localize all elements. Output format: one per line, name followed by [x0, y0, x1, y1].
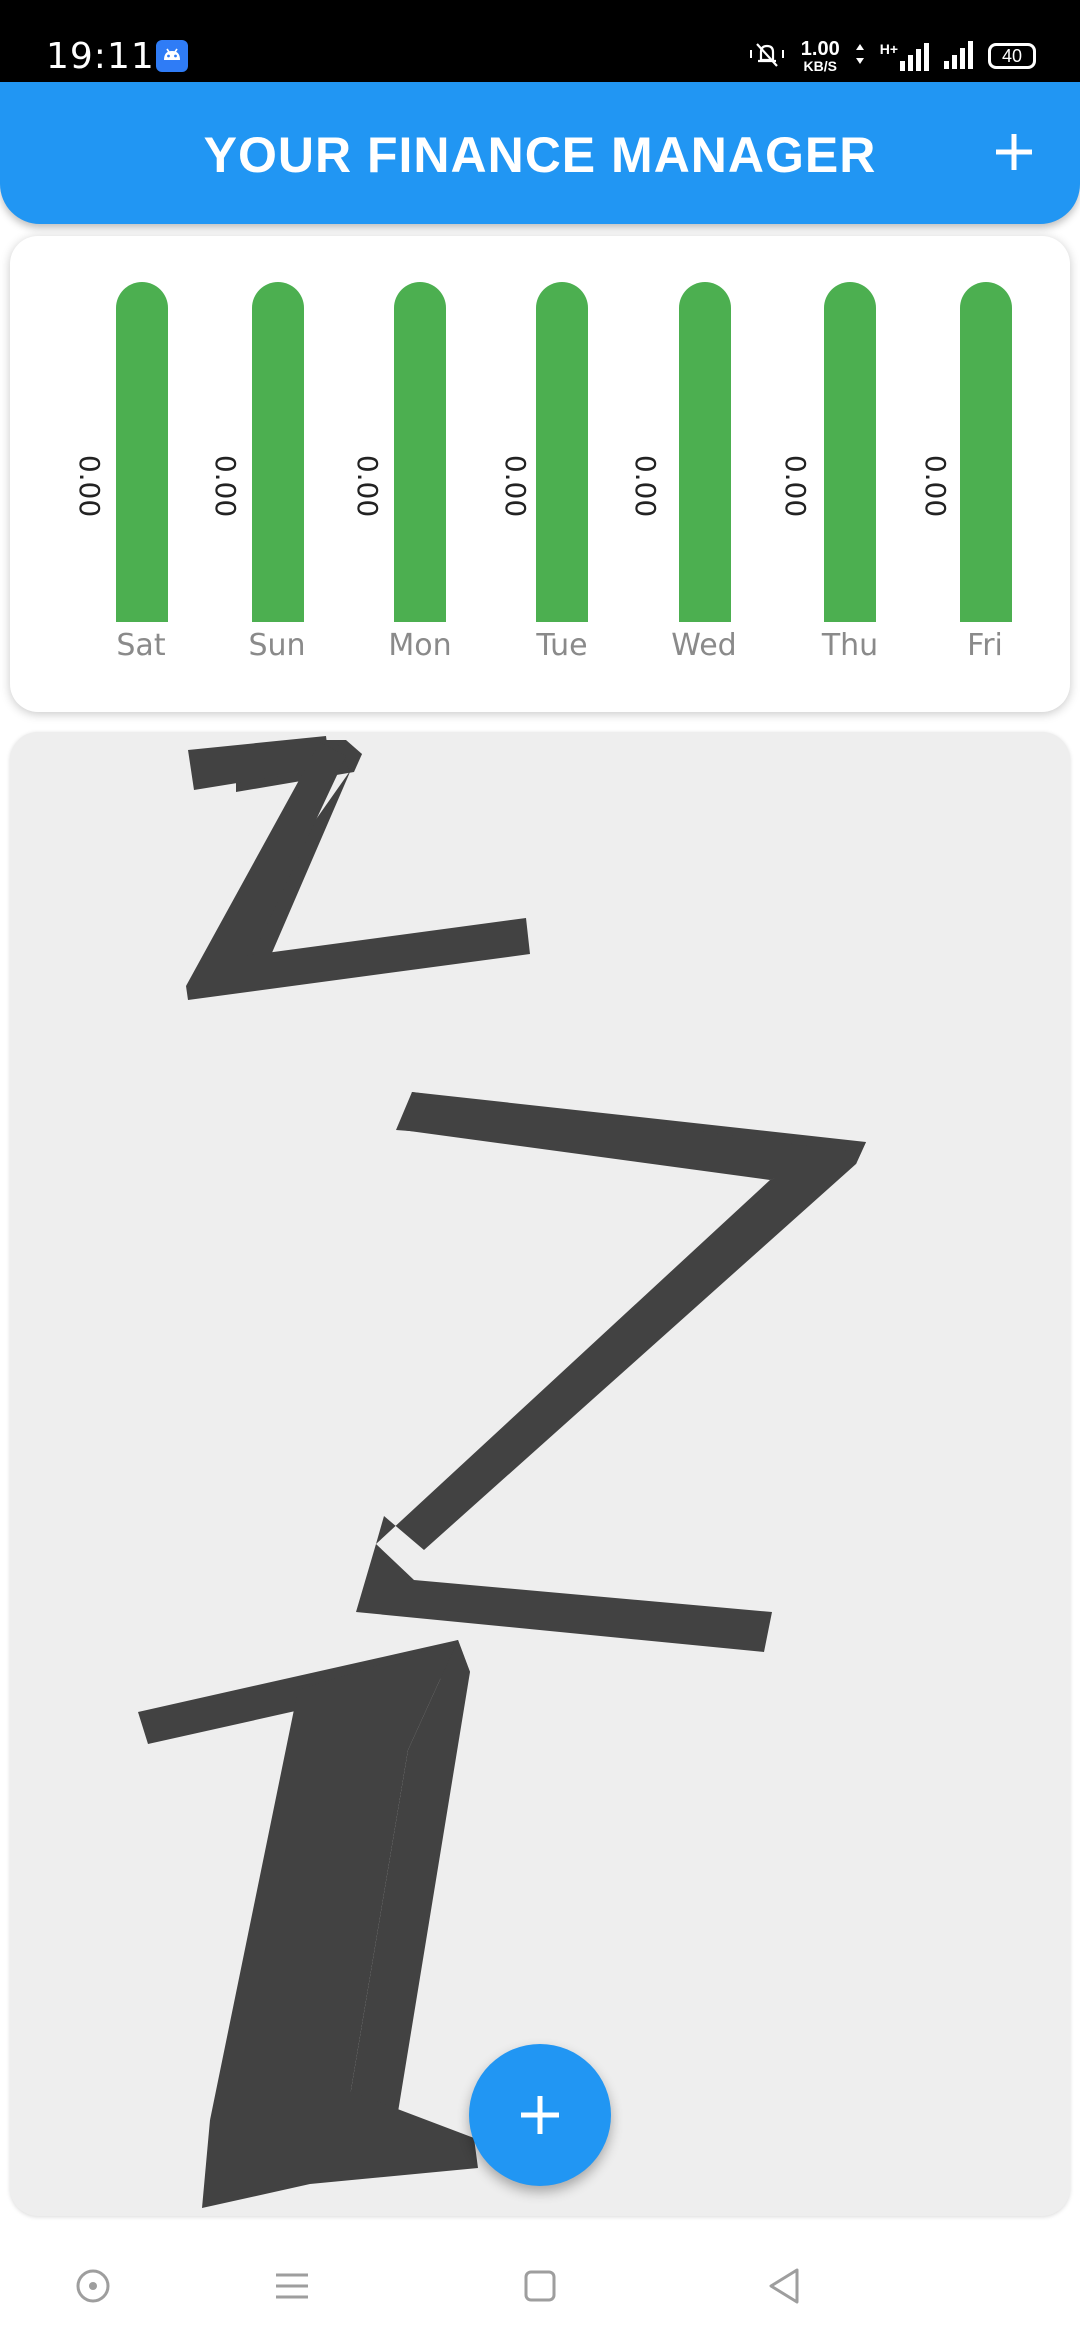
bar-track [679, 282, 731, 622]
square-icon [524, 2270, 556, 2302]
status-time: 19:11 [46, 36, 155, 77]
signal-h-plus-icon: H+ [880, 41, 930, 71]
bar-track [536, 282, 588, 622]
bar-day-label: Wed [671, 628, 737, 663]
bar-track [960, 282, 1012, 622]
mute-vibrate-icon [747, 38, 787, 74]
bar-sun [252, 282, 304, 622]
bar-day-label: Tue [536, 628, 588, 663]
system-navigation-bar [0, 2226, 1080, 2340]
battery-icon: 40 [988, 43, 1036, 69]
plus-icon [521, 2096, 559, 2134]
home-button[interactable] [510, 2256, 570, 2316]
data-arrows-icon [854, 40, 866, 72]
back-triangle-icon [769, 2268, 799, 2304]
bar-tue [536, 282, 588, 622]
bar-thu [824, 282, 876, 622]
bar-value-label: 0.00 [779, 454, 813, 518]
status-indicators: 1.00 KB/S H+ 40 [747, 36, 1036, 76]
network-speed-unit: KB/S [803, 58, 837, 74]
app-bar: YOUR FINANCE MANAGER [0, 82, 1080, 224]
bar-track [116, 282, 168, 622]
status-bar: 19:11 1.00 KB/S H+ 40 [0, 0, 1080, 82]
circle-dot-icon [76, 2269, 110, 2303]
bar-day-label: Sun [248, 628, 306, 663]
app-title: YOUR FINANCE MANAGER [203, 127, 877, 183]
network-type: H+ [879, 41, 898, 57]
sleep-zzz-icon [138, 736, 866, 2208]
add-transaction-button[interactable] [984, 122, 1044, 182]
bar-value-label: 0.00 [351, 454, 385, 518]
menu-icon [276, 2273, 308, 2299]
bar-value-label: 0.00 [73, 454, 107, 518]
bar-sat [116, 282, 168, 622]
bar-track [252, 282, 304, 622]
network-speed-value: 1.00 [800, 38, 840, 60]
network-speed: 1.00 KB/S [801, 39, 840, 73]
battery-level: 40 [1001, 45, 1023, 66]
bar-day-label: Mon [388, 628, 452, 663]
floating-add-button[interactable] [469, 2044, 611, 2186]
bar-value-label: 0.00 [629, 454, 663, 518]
bar-mon [394, 282, 446, 622]
bar-value-label: 0.00 [499, 454, 533, 518]
bar-value-label: 0.00 [209, 454, 243, 518]
menu-button[interactable] [262, 2256, 322, 2316]
signal-strength-icon [944, 39, 974, 73]
bar-day-label: Thu [821, 628, 879, 663]
bar-day-label: Fri [967, 628, 1003, 663]
bar-day-label: Sat [116, 628, 166, 663]
bar-wed [679, 282, 731, 622]
bar-track [824, 282, 876, 622]
bar-fri [960, 282, 1012, 622]
back-button[interactable] [755, 2256, 815, 2316]
bar-value-label: 0.00 [919, 454, 953, 518]
assistant-button[interactable] [63, 2256, 123, 2316]
transactions-empty-state [10, 732, 1070, 2216]
android-notification-icon [156, 40, 188, 72]
bar-track [394, 282, 446, 622]
plus-icon [996, 134, 1032, 170]
